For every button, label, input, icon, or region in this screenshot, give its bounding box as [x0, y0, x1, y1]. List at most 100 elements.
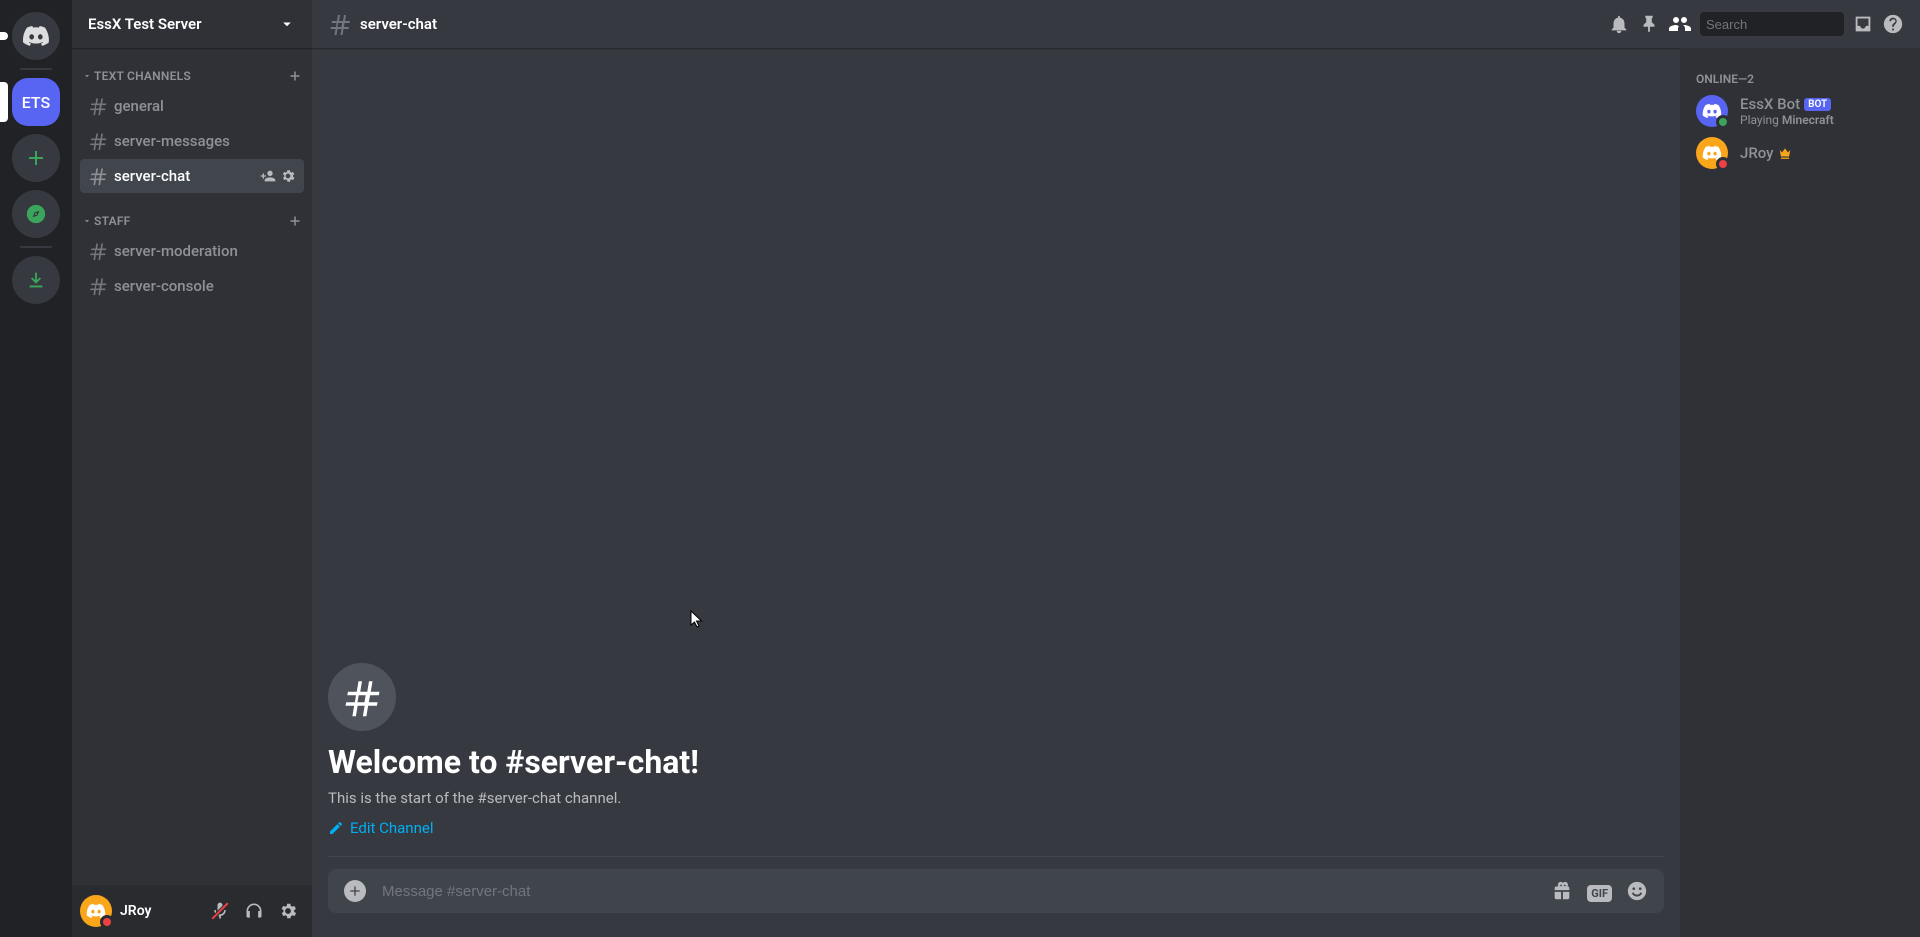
emoji-icon [1626, 880, 1648, 902]
server-name: EssX Test Server [88, 15, 201, 33]
edit-channel-link[interactable]: Edit Channel [328, 819, 433, 837]
add-server-button[interactable] [12, 134, 60, 182]
hash-icon [88, 96, 108, 116]
welcome-hash-icon [328, 663, 396, 731]
status-indicator [100, 915, 114, 929]
mute-mic-button[interactable] [204, 895, 236, 927]
hash-icon [88, 241, 108, 261]
status-indicator [1716, 157, 1730, 171]
status-indicator [1716, 115, 1730, 129]
welcome-title: Welcome to #server-chat! [328, 743, 1664, 781]
channel-scroll[interactable]: TEXT CHANNELS general server-messages se… [72, 48, 312, 885]
channel-sidebar: EssX Test Server TEXT CHANNELS general s… [72, 0, 312, 937]
hash-icon [88, 166, 108, 186]
hash-icon [328, 12, 352, 36]
headphones-icon [244, 901, 264, 921]
download-apps-button[interactable] [12, 256, 60, 304]
category-text-channels[interactable]: TEXT CHANNELS [72, 64, 312, 88]
help-button[interactable] [1882, 13, 1904, 35]
channel-title: server-chat [360, 15, 437, 33]
pin-icon [1638, 13, 1660, 35]
channel-server-moderation[interactable]: server-moderation [80, 234, 304, 268]
invite-icon[interactable] [260, 168, 276, 184]
gift-button[interactable] [1551, 880, 1573, 902]
category-label: STAFF [94, 214, 131, 228]
channel-server-chat[interactable]: server-chat [80, 159, 304, 193]
member-name: JRoy [1740, 144, 1774, 162]
chevron-down-icon [278, 15, 296, 33]
top-bar: server-chat [312, 0, 1920, 48]
crown-icon [1778, 146, 1792, 160]
channel-server-messages[interactable]: server-messages [80, 124, 304, 158]
inbox-button[interactable] [1852, 13, 1874, 35]
chevron-down-icon [82, 71, 92, 81]
hash-icon [88, 131, 108, 151]
server-separator [20, 246, 52, 248]
add-channel-button[interactable] [286, 212, 304, 230]
bell-icon [1608, 13, 1630, 35]
download-icon [25, 269, 47, 291]
self-username: JRoy [120, 903, 204, 919]
chevron-down-icon [82, 216, 92, 226]
attach-button[interactable] [344, 880, 366, 902]
server-list: ETS [0, 0, 72, 937]
member-activity: Playing Minecraft [1740, 113, 1834, 127]
category-label: TEXT CHANNELS [94, 69, 191, 83]
server-icon-ets[interactable]: ETS [12, 78, 60, 126]
server-pill-active [0, 82, 8, 122]
channel-name: server-messages [114, 132, 296, 150]
channel-name: server-moderation [114, 242, 296, 260]
user-footer: JRoy [72, 885, 312, 937]
pencil-icon [328, 820, 344, 836]
deafen-button[interactable] [238, 895, 270, 927]
plus-icon [347, 883, 363, 899]
member-essx-bot[interactable]: EssX Bot BOT Playing Minecraft [1688, 90, 1912, 132]
plus-icon [286, 212, 304, 230]
emoji-button[interactable] [1626, 880, 1648, 902]
channel-server-console[interactable]: server-console [80, 269, 304, 303]
inbox-icon [1852, 13, 1874, 35]
member-list: ONLINE—2 EssX Bot BOT Playing Minecraft [1680, 48, 1920, 937]
channel-general[interactable]: general [80, 89, 304, 123]
discord-logo-icon [22, 26, 50, 46]
channel-name: general [114, 97, 296, 115]
message-composer: GIF [328, 869, 1664, 913]
member-category-online: ONLINE—2 [1688, 64, 1912, 90]
channel-name: server-chat [114, 167, 254, 185]
category-staff[interactable]: STAFF [72, 209, 312, 233]
gif-button[interactable]: GIF [1587, 882, 1612, 901]
member-name: EssX Bot [1740, 95, 1800, 113]
gif-label: GIF [1587, 885, 1612, 902]
member-list-toggle[interactable] [1668, 12, 1692, 36]
gear-icon [278, 901, 298, 921]
welcome-block: Welcome to #server-chat! This is the sta… [328, 663, 1664, 857]
welcome-subtitle: This is the start of the #server-chat ch… [328, 789, 1664, 807]
gift-icon [1551, 880, 1573, 902]
explore-button[interactable] [12, 190, 60, 238]
server-pill [0, 32, 8, 40]
help-icon [1882, 13, 1904, 35]
user-settings-button[interactable] [272, 895, 304, 927]
member-jroy[interactable]: JRoy [1688, 132, 1912, 174]
bot-tag: BOT [1804, 98, 1831, 111]
plus-icon [24, 146, 48, 170]
message-list[interactable]: Welcome to #server-chat! This is the sta… [312, 48, 1680, 869]
gear-icon[interactable] [280, 168, 296, 184]
search-box[interactable] [1700, 12, 1844, 36]
add-channel-button[interactable] [286, 67, 304, 85]
home-button[interactable] [12, 12, 60, 60]
edit-channel-label: Edit Channel [350, 819, 433, 837]
main-area: server-chat W [312, 0, 1920, 937]
server-abbr: ETS [22, 93, 51, 112]
people-icon [1668, 12, 1692, 36]
channel-name: server-console [114, 277, 296, 295]
plus-icon [286, 67, 304, 85]
server-separator [20, 68, 52, 70]
pinned-button[interactable] [1638, 13, 1660, 35]
server-header[interactable]: EssX Test Server [72, 0, 312, 48]
compass-icon [25, 203, 47, 225]
chat-column: Welcome to #server-chat! This is the sta… [312, 48, 1680, 937]
message-input[interactable] [382, 883, 1535, 900]
notifications-button[interactable] [1608, 13, 1630, 35]
self-avatar[interactable] [80, 895, 112, 927]
